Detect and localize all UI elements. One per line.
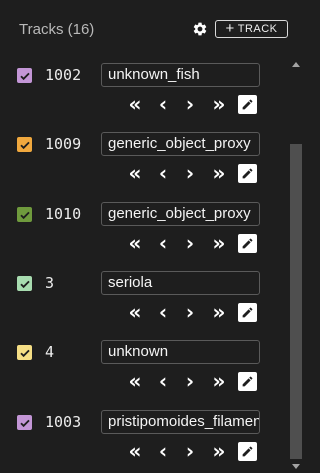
edit-track-button[interactable] bbox=[238, 164, 257, 183]
prev-frame-button[interactable]: ‹ bbox=[157, 441, 169, 462]
pencil-icon bbox=[242, 446, 253, 457]
track-nav-controls: « ‹ › » bbox=[126, 94, 260, 115]
track-row: 1010 generic_object_proxy « ‹ › » bbox=[0, 197, 288, 267]
next-frame-button[interactable]: › bbox=[184, 371, 196, 392]
last-frame-button[interactable]: » bbox=[210, 163, 228, 184]
track-type-input[interactable]: generic_object_proxy bbox=[101, 202, 260, 226]
prev-frame-button[interactable]: ‹ bbox=[157, 371, 169, 392]
gear-icon[interactable] bbox=[192, 21, 208, 37]
checkmark-icon bbox=[19, 211, 30, 219]
last-frame-button[interactable]: » bbox=[210, 441, 228, 462]
checkmark-icon bbox=[19, 72, 30, 80]
track-row: 1003 pristipomoides_filamentosus « ‹ › » bbox=[0, 405, 288, 473]
track-list-scrollbar[interactable] bbox=[288, 58, 304, 473]
track-nav-controls: « ‹ › » bbox=[126, 233, 260, 254]
pencil-icon bbox=[242, 307, 253, 318]
track-checkbox[interactable] bbox=[17, 68, 32, 83]
prev-frame-button[interactable]: ‹ bbox=[157, 302, 169, 323]
add-track-label: TRACK bbox=[237, 23, 278, 35]
scroll-up-arrow-icon[interactable] bbox=[292, 62, 300, 67]
track-type-input[interactable]: unknown bbox=[101, 340, 260, 364]
track-id: 3 bbox=[45, 274, 55, 292]
last-frame-button[interactable]: » bbox=[210, 302, 228, 323]
track-checkbox[interactable] bbox=[17, 137, 32, 152]
track-row: 1009 generic_object_proxy « ‹ › » bbox=[0, 127, 288, 197]
add-track-button[interactable]: + TRACK bbox=[215, 20, 288, 38]
scroll-down-arrow-icon[interactable] bbox=[292, 464, 300, 469]
track-checkbox[interactable] bbox=[17, 415, 32, 430]
track-row: 3 seriola « ‹ › » bbox=[0, 266, 288, 336]
first-frame-button[interactable]: « bbox=[126, 302, 144, 323]
track-row: 1002 unknown_fish « ‹ › » bbox=[0, 58, 288, 128]
edit-track-button[interactable] bbox=[238, 303, 257, 322]
checkmark-icon bbox=[19, 419, 30, 427]
plus-icon: + bbox=[225, 20, 235, 37]
track-checkbox[interactable] bbox=[17, 207, 32, 222]
pencil-icon bbox=[242, 376, 253, 387]
pencil-icon bbox=[242, 99, 253, 110]
first-frame-button[interactable]: « bbox=[126, 233, 144, 254]
last-frame-button[interactable]: » bbox=[210, 94, 228, 115]
track-checkbox[interactable] bbox=[17, 276, 32, 291]
track-nav-controls: « ‹ › » bbox=[126, 163, 260, 184]
edit-track-button[interactable] bbox=[238, 372, 257, 391]
track-list-header: Tracks (16) + TRACK bbox=[0, 0, 304, 58]
prev-frame-button[interactable]: ‹ bbox=[157, 233, 169, 254]
track-row: 4 unknown « ‹ › » bbox=[0, 335, 288, 405]
first-frame-button[interactable]: « bbox=[126, 371, 144, 392]
track-list-title: Tracks (16) bbox=[19, 21, 95, 38]
checkmark-icon bbox=[19, 280, 30, 288]
next-frame-button[interactable]: › bbox=[184, 163, 196, 184]
track-type-input[interactable]: pristipomoides_filamentosus bbox=[101, 410, 260, 434]
track-type-input[interactable]: generic_object_proxy bbox=[101, 132, 260, 156]
checkmark-icon bbox=[19, 349, 30, 357]
next-frame-button[interactable]: › bbox=[184, 302, 196, 323]
track-id: 1003 bbox=[45, 413, 82, 431]
track-type-input[interactable]: seriola bbox=[101, 271, 260, 295]
prev-frame-button[interactable]: ‹ bbox=[157, 94, 169, 115]
scrollbar-thumb[interactable] bbox=[290, 144, 302, 459]
track-list-panel: Tracks (16) + TRACK 1002 unknown_fish « … bbox=[0, 0, 304, 473]
track-id: 1002 bbox=[45, 66, 82, 84]
track-nav-controls: « ‹ › » bbox=[126, 371, 260, 392]
edit-track-button[interactable] bbox=[238, 442, 257, 461]
pencil-icon bbox=[242, 168, 253, 179]
track-nav-controls: « ‹ › » bbox=[126, 302, 260, 323]
track-id: 4 bbox=[45, 343, 55, 361]
first-frame-button[interactable]: « bbox=[126, 94, 144, 115]
track-type-input[interactable]: unknown_fish bbox=[101, 63, 260, 87]
edit-track-button[interactable] bbox=[238, 234, 257, 253]
last-frame-button[interactable]: » bbox=[210, 233, 228, 254]
next-frame-button[interactable]: › bbox=[184, 94, 196, 115]
edit-track-button[interactable] bbox=[238, 95, 257, 114]
next-frame-button[interactable]: › bbox=[184, 233, 196, 254]
track-checkbox[interactable] bbox=[17, 345, 32, 360]
track-id: 1010 bbox=[45, 205, 82, 223]
next-frame-button[interactable]: › bbox=[184, 441, 196, 462]
track-id: 1009 bbox=[45, 135, 82, 153]
pencil-icon bbox=[242, 238, 253, 249]
first-frame-button[interactable]: « bbox=[126, 441, 144, 462]
first-frame-button[interactable]: « bbox=[126, 163, 144, 184]
track-list: 1002 unknown_fish « ‹ › » 1009 generic_o… bbox=[0, 58, 288, 473]
track-nav-controls: « ‹ › » bbox=[126, 441, 260, 462]
last-frame-button[interactable]: » bbox=[210, 371, 228, 392]
prev-frame-button[interactable]: ‹ bbox=[157, 163, 169, 184]
checkmark-icon bbox=[19, 141, 30, 149]
